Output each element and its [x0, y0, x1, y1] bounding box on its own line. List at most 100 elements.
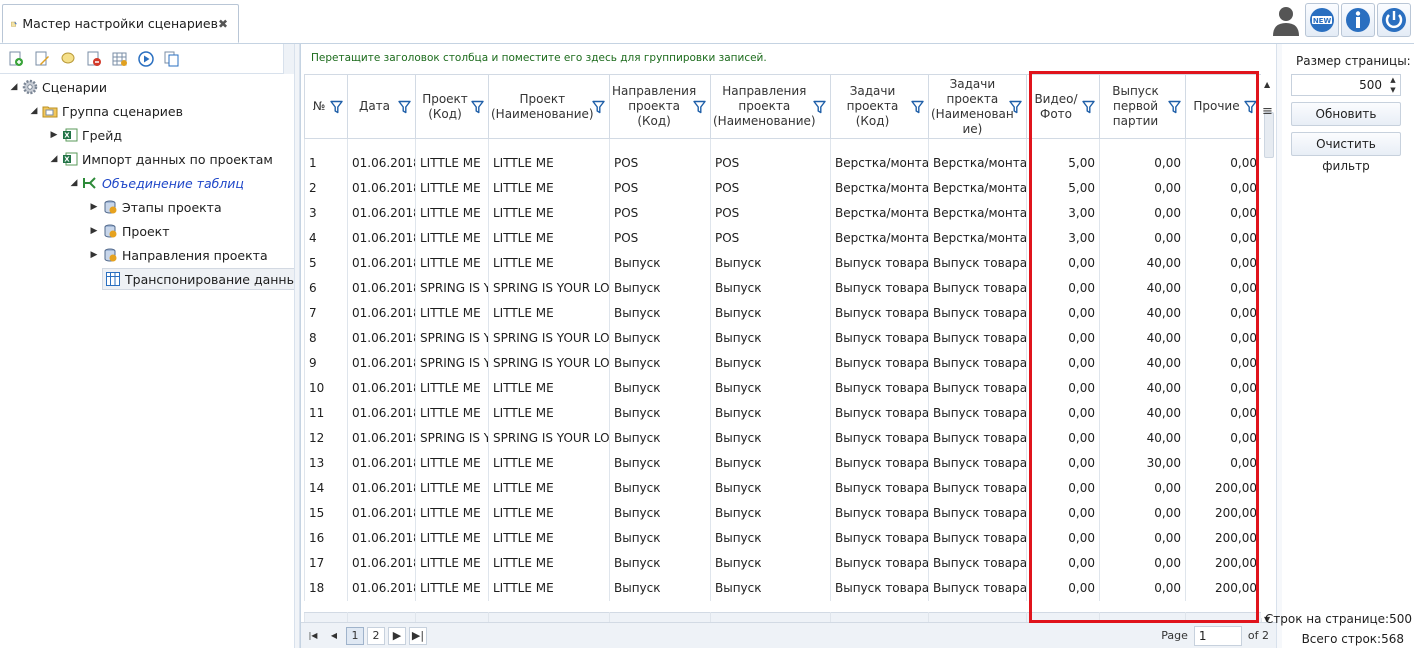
- table-cell[interactable]: Выпуск товара 5: [928, 350, 1027, 376]
- table-cell[interactable]: 0,00: [1026, 475, 1100, 501]
- table-row[interactable]: 5 01.06.2018 LITTLE ME LITTLE ME Выпуск Выпус…: [304, 250, 1262, 276]
- group-panel-hint[interactable]: Перетащите заголовок столбца и поместите…: [311, 52, 767, 64]
- table-cell[interactable]: Выпуск: [609, 375, 711, 401]
- table-cell[interactable]: Верстка/монтаж: [928, 200, 1027, 226]
- table-cell[interactable]: Выпуск товара 5: [830, 275, 929, 301]
- table-cell[interactable]: 0,00: [1185, 225, 1262, 251]
- table-cell[interactable]: Выпуск: [609, 425, 711, 451]
- table-cell[interactable]: 0,00: [1099, 175, 1186, 201]
- table-row[interactable]: 13 01.06.2018 LITTLE ME LITTLE ME Выпуск Выпу…: [304, 450, 1262, 476]
- table-cell[interactable]: 9: [304, 350, 348, 376]
- table-cell[interactable]: 0,00: [1099, 475, 1186, 501]
- table-cell[interactable]: 0,00: [1026, 450, 1100, 476]
- table-cell[interactable]: 01.06.2018: [347, 275, 416, 301]
- table-cell[interactable]: POS: [609, 175, 711, 201]
- table-cell[interactable]: Выпуск: [710, 350, 831, 376]
- table-cell[interactable]: POS: [609, 225, 711, 251]
- column-header-3[interactable]: Проект (Наименование): [488, 74, 610, 139]
- table-cell[interactable]: Выпуск товара 5: [928, 325, 1027, 351]
- table-row[interactable]: 10 01.06.2018 LITTLE ME LITTLE ME Выпуск Выпу…: [304, 375, 1262, 401]
- table-cell[interactable]: Выпуск: [609, 500, 711, 526]
- table-cell[interactable]: Верстка/монтаж: [928, 150, 1027, 176]
- table-cell[interactable]: 01.06.2018: [347, 325, 416, 351]
- filter-icon[interactable]: [592, 100, 605, 114]
- refresh-button[interactable]: Обновить: [1291, 102, 1401, 126]
- table-cell[interactable]: Выпуск товара 4: [830, 375, 929, 401]
- table-cell[interactable]: LITTLE ME: [488, 500, 610, 526]
- table-cell[interactable]: 8: [304, 325, 348, 351]
- table-cell[interactable]: LITTLE ME: [415, 175, 489, 201]
- table-cell[interactable]: Выпуск товара 6: [830, 550, 929, 576]
- table-cell[interactable]: 3,00: [1026, 200, 1100, 226]
- table-cell[interactable]: 40,00: [1099, 325, 1186, 351]
- table-row[interactable]: 2 01.06.2018 LITTLE ME LITTLE ME POS POS Верст…: [304, 175, 1262, 201]
- filter-icon[interactable]: [911, 100, 924, 114]
- table-cell[interactable]: Выпуск товара 4: [928, 300, 1027, 326]
- close-icon[interactable]: ✖: [218, 17, 228, 31]
- table-cell[interactable]: LITTLE ME: [415, 150, 489, 176]
- table-cell[interactable]: 01.06.2018: [347, 200, 416, 226]
- table-cell[interactable]: LITTLE ME: [488, 300, 610, 326]
- table-cell[interactable]: SPRING IS YOUR LOC: [415, 350, 489, 376]
- expand-arrow-icon[interactable]: ▶: [48, 130, 60, 140]
- table-cell[interactable]: Выпуск: [710, 500, 831, 526]
- table-cell[interactable]: Выпуск товара 5: [830, 525, 929, 551]
- table-cell[interactable]: 14: [304, 475, 348, 501]
- table-row[interactable]: 14 01.06.2018 LITTLE ME LITTLE ME Выпуск Выпу…: [304, 475, 1262, 501]
- table-cell[interactable]: 1: [304, 150, 348, 176]
- table-cell[interactable]: Верстка/монтаж: [830, 200, 929, 226]
- filter-icon[interactable]: [330, 100, 343, 114]
- table-cell[interactable]: 30,00: [1099, 450, 1186, 476]
- column-header-1[interactable]: Дата: [347, 74, 416, 139]
- table-cell[interactable]: POS: [710, 150, 831, 176]
- table-cell[interactable]: 200,00: [1185, 550, 1262, 576]
- collapse-arrow-icon[interactable]: ◢: [68, 178, 80, 188]
- table-cell[interactable]: 01.06.2018: [347, 175, 416, 201]
- table-cell[interactable]: 01.06.2018: [347, 500, 416, 526]
- table-cell[interactable]: Выпуск товара 5: [928, 425, 1027, 451]
- table-row[interactable]: 3 01.06.2018 LITTLE ME LITTLE ME POS POS Верст…: [304, 200, 1262, 226]
- table-cell[interactable]: Выпуск товара 5: [830, 475, 929, 501]
- column-header-10[interactable]: Прочие: [1185, 74, 1262, 139]
- table-cell[interactable]: 17: [304, 550, 348, 576]
- table-cell[interactable]: 5,00: [1026, 175, 1100, 201]
- user-avatar-icon[interactable]: [1269, 3, 1303, 37]
- table-cell[interactable]: 7: [304, 300, 348, 326]
- table-cell[interactable]: Выпуск товара 5: [830, 325, 929, 351]
- table-cell[interactable]: 200,00: [1185, 475, 1262, 501]
- page-button-2[interactable]: 2: [367, 626, 385, 645]
- table-cell[interactable]: Верстка/монтаж: [928, 175, 1027, 201]
- expand-arrow-icon[interactable]: ▶: [88, 226, 100, 236]
- table-cell[interactable]: 5,00: [1026, 150, 1100, 176]
- table-cell[interactable]: POS: [710, 175, 831, 201]
- comment-icon[interactable]: [58, 49, 78, 69]
- last-page-icon[interactable]: ▶|: [409, 626, 427, 645]
- table-settings-icon[interactable]: [110, 49, 130, 69]
- table-cell[interactable]: 5: [304, 250, 348, 276]
- table-cell[interactable]: 01.06.2018: [347, 225, 416, 251]
- table-cell[interactable]: Выпуск товара 5: [830, 425, 929, 451]
- table-cell[interactable]: Выпуск: [609, 275, 711, 301]
- next-page-icon[interactable]: ▶: [388, 626, 406, 645]
- table-cell[interactable]: LITTLE ME: [415, 200, 489, 226]
- table-cell[interactable]: Выпуск: [710, 425, 831, 451]
- table-cell[interactable]: LITTLE ME: [488, 475, 610, 501]
- table-cell[interactable]: LITTLE ME: [488, 250, 610, 276]
- table-cell[interactable]: Выпуск товара 4: [928, 400, 1027, 426]
- table-cell[interactable]: 0,00: [1185, 350, 1262, 376]
- table-cell[interactable]: 01.06.2018: [347, 350, 416, 376]
- table-row[interactable]: 17 01.06.2018 LITTLE ME LITTLE ME Выпуск Выпу…: [304, 550, 1262, 576]
- edit-icon[interactable]: [32, 49, 52, 69]
- table-cell[interactable]: Выпуск товара 4: [928, 375, 1027, 401]
- column-header-0[interactable]: №: [304, 74, 348, 139]
- table-cell[interactable]: 16: [304, 525, 348, 551]
- tab-scenario-wizard[interactable]: Мастер настройки сценариев ✖: [2, 4, 239, 43]
- table-cell[interactable]: 40,00: [1099, 375, 1186, 401]
- table-row[interactable]: 1 01.06.2018 LITTLE ME LITTLE ME POS POS Верст…: [304, 150, 1262, 176]
- expand-arrow-icon[interactable]: ▶: [88, 250, 100, 260]
- filter-icon[interactable]: [1082, 100, 1095, 114]
- table-cell[interactable]: 0,00: [1099, 525, 1186, 551]
- table-cell[interactable]: 18: [304, 575, 348, 601]
- table-cell[interactable]: 200,00: [1185, 500, 1262, 526]
- table-cell[interactable]: 0,00: [1026, 575, 1100, 601]
